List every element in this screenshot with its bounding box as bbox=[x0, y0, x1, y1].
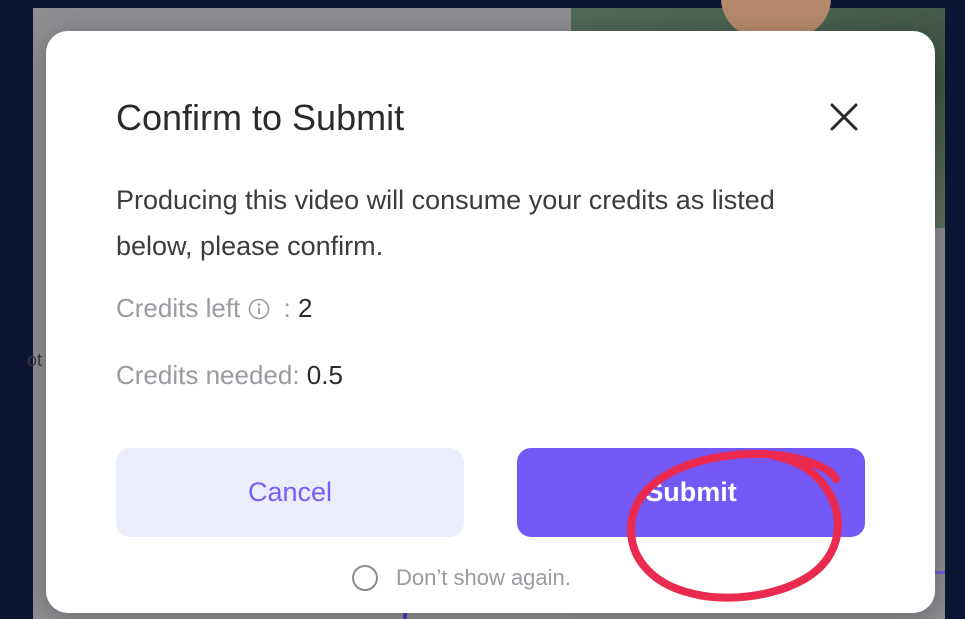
confirm-submit-dialog: Confirm to Submit Producing this video w… bbox=[46, 31, 935, 613]
cancel-button[interactable]: Cancel bbox=[116, 448, 464, 537]
close-icon bbox=[830, 103, 858, 131]
dont-show-again-option[interactable]: Don’t show again. bbox=[352, 565, 571, 591]
dialog-title: Confirm to Submit bbox=[116, 97, 405, 138]
info-icon[interactable] bbox=[248, 298, 270, 320]
submit-button[interactable]: Submit bbox=[517, 448, 865, 537]
dont-show-again-label: Don’t show again. bbox=[396, 565, 571, 590]
credits-needed-value: 0.5 bbox=[306, 360, 343, 390]
close-button[interactable] bbox=[822, 95, 866, 139]
dont-show-again-checkbox[interactable] bbox=[352, 565, 378, 591]
credits-needed-row: Credits needed: 0.5 bbox=[116, 360, 343, 391]
background-text-fragment: ot bbox=[27, 350, 43, 370]
credits-left-value: 2 bbox=[297, 293, 313, 323]
dialog-description: Producing this video will consume your c… bbox=[116, 185, 775, 261]
credits-left-separator: : bbox=[276, 293, 298, 323]
credits-needed-label: Credits needed: bbox=[116, 360, 307, 390]
credits-left-row: Credits left : 2 bbox=[116, 293, 312, 324]
credits-left-label: Credits left bbox=[116, 293, 241, 323]
